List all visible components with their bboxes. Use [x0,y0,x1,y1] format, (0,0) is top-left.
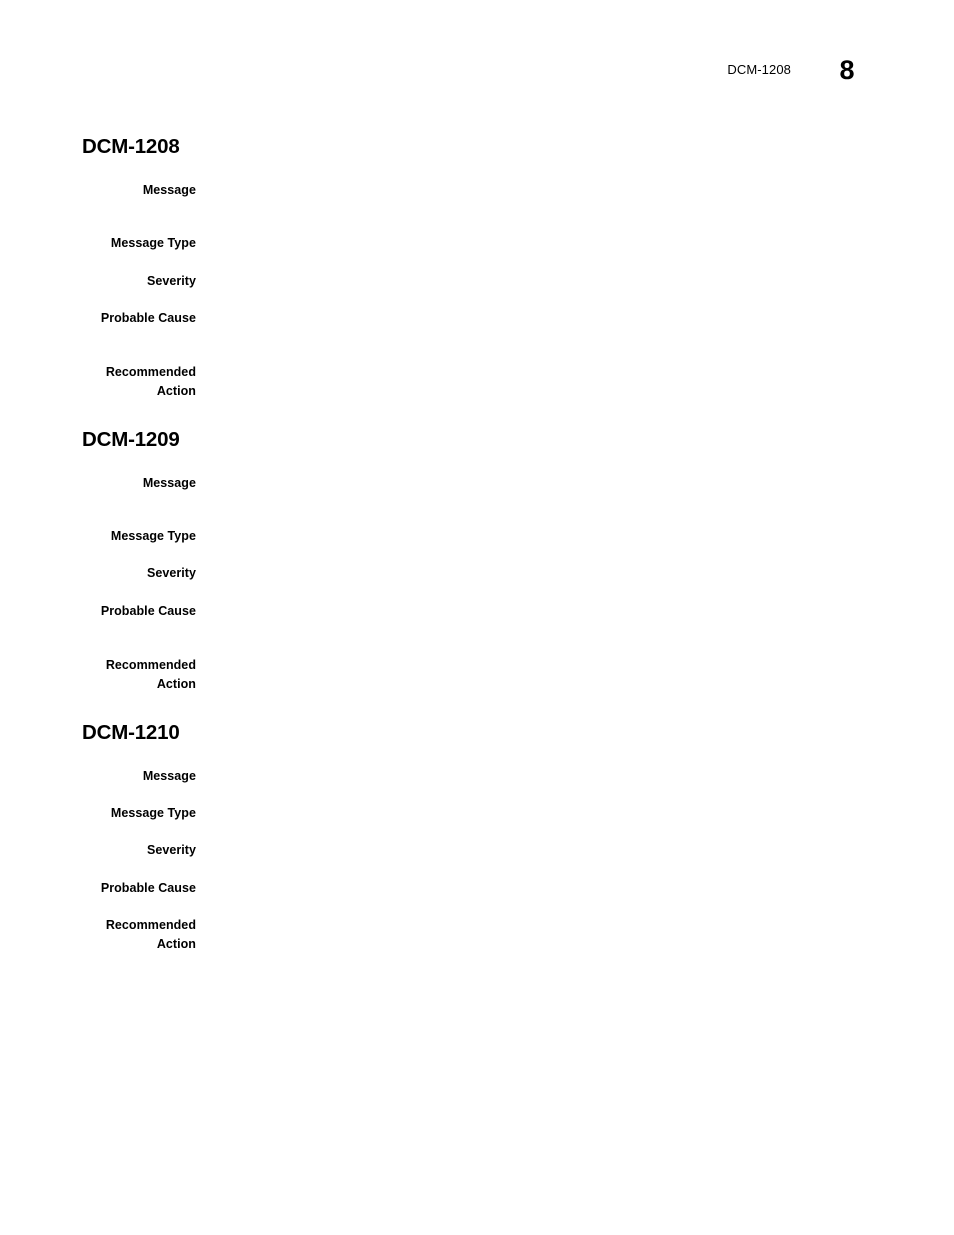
field-label: Severity [146,843,196,857]
field-label: Recommended Action [105,918,196,951]
field-value [214,181,854,182]
document-page: DCM-1208 8 DCM-1208 Message Message Type Se… [0,0,954,1235]
field-value [214,767,854,768]
field-value [214,234,854,235]
field-value [214,564,854,565]
running-header: DCM-1208 8 [0,54,954,98]
section-heading: DCM-1208 [82,135,180,158]
field-label: Recommended Action [105,365,196,398]
field-value [214,656,854,657]
field-label: Message Type [110,806,196,820]
field-label: Recommended Action [105,658,196,691]
field-value [214,363,854,364]
section-heading: DCM-1209 [82,428,180,451]
field-value [214,474,854,475]
field-label: Message [142,183,196,197]
field-label: Severity [146,566,196,580]
field-value [214,602,854,603]
field-value [214,309,854,310]
field-label: Message [142,769,196,783]
header-document-id: DCM-1208 [727,62,791,77]
header-page-number: 8 [839,55,855,85]
field-label: Probable Cause [100,604,196,618]
field-value [214,272,854,273]
field-label: Probable Cause [100,881,196,895]
field-label: Message Type [110,529,196,543]
field-label: Message Type [110,236,196,250]
field-label: Probable Cause [100,311,196,325]
field-value [214,879,854,880]
field-value [214,841,854,842]
field-label: Severity [146,274,196,288]
section-heading: DCM-1210 [82,721,180,744]
field-value [214,916,854,917]
field-label: Message [142,476,196,490]
field-value [214,527,854,528]
field-value [214,804,854,805]
